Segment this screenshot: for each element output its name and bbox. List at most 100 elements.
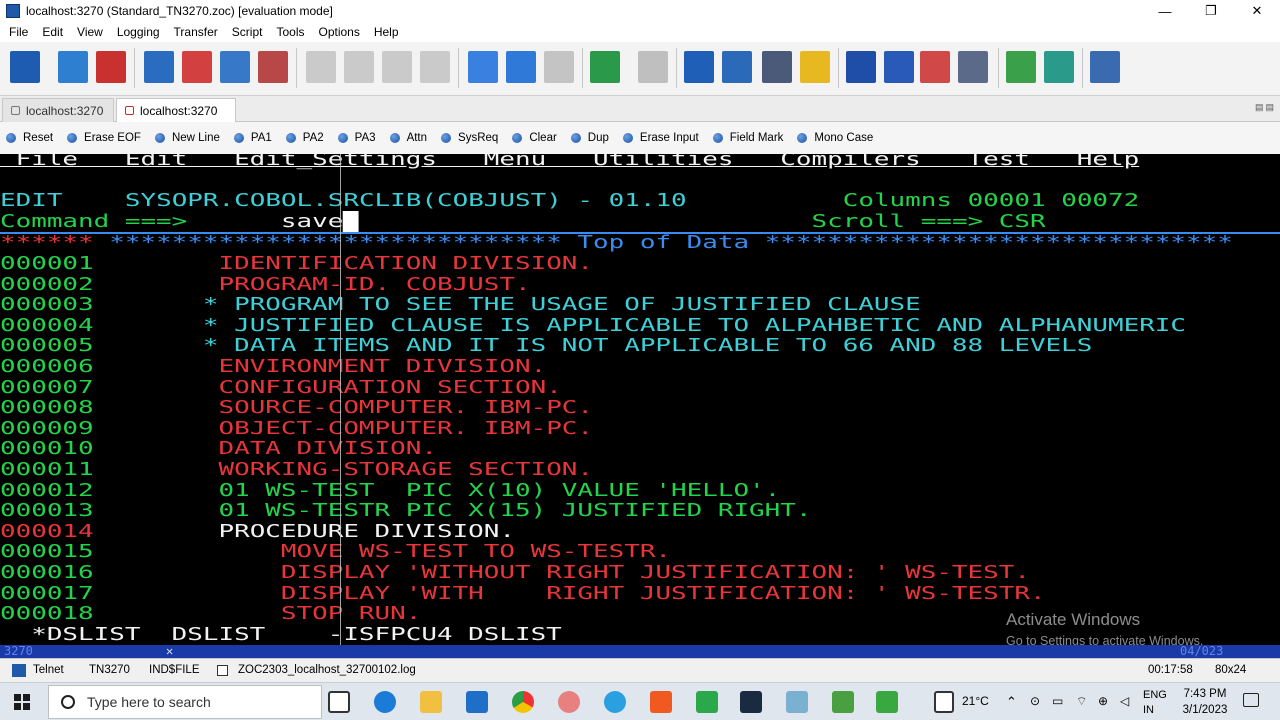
close-session-icon[interactable] xyxy=(182,51,212,83)
source-line[interactable]: 000003 * PROGRAM TO SEE THE USAGE OF JUS… xyxy=(0,294,1280,315)
menu-help[interactable]: Help xyxy=(367,25,406,39)
source-line[interactable]: 000002 PROGRAM-ID. COBJUST. xyxy=(0,274,1280,295)
tab-session-2[interactable]: localhost:3270 xyxy=(116,98,236,122)
source-line[interactable]: 000014 PROCEDURE DIVISION. xyxy=(0,521,1280,542)
key-sysreq[interactable]: SysReq xyxy=(441,132,498,144)
run-script-icon[interactable] xyxy=(590,51,620,83)
command-input[interactable]: save xyxy=(281,211,343,232)
source-line[interactable]: 000005 * DATA ITEMS AND IT IS NOT APPLIC… xyxy=(0,335,1280,356)
tray-chevron-icon[interactable]: ⌃ xyxy=(1006,694,1017,710)
tab-session-1[interactable]: localhost:3270 xyxy=(2,98,114,122)
tools-icon[interactable] xyxy=(1006,51,1036,83)
copy-icon[interactable] xyxy=(306,51,336,83)
connect-icon[interactable] xyxy=(58,51,88,83)
close-button[interactable]: ✕ xyxy=(1234,0,1280,22)
scroll-indicator[interactable]: Scroll ===> CSR xyxy=(812,211,1046,232)
menu-options[interactable]: Options xyxy=(311,25,366,39)
print-icon[interactable] xyxy=(382,51,412,83)
menu-logging[interactable]: Logging xyxy=(110,25,167,39)
print-screen-icon[interactable] xyxy=(762,51,792,83)
menu-transfer[interactable]: Transfer xyxy=(167,25,225,39)
telegram-icon[interactable] xyxy=(604,691,626,713)
options-icon[interactable] xyxy=(958,51,988,83)
key-dup[interactable]: Dup xyxy=(570,132,609,144)
clear-icon[interactable] xyxy=(420,51,450,83)
key-mono-case[interactable]: Mono Case xyxy=(797,132,873,144)
delete-session-icon[interactable] xyxy=(258,51,288,83)
wifi-icon[interactable]: ⌔ xyxy=(1076,694,1087,709)
abc-icon[interactable] xyxy=(544,51,574,83)
codeblocks-icon[interactable] xyxy=(832,691,854,713)
target-icon[interactable] xyxy=(722,51,752,83)
key-reset[interactable]: Reset xyxy=(6,132,53,144)
source-line[interactable]: 000008 SOURCE-COMPUTER. IBM-PC. xyxy=(0,397,1280,418)
open-session-icon[interactable] xyxy=(144,51,174,83)
app-icon[interactable] xyxy=(786,691,808,713)
color-icon[interactable] xyxy=(920,51,950,83)
start-button[interactable] xyxy=(14,694,30,710)
task-view-icon[interactable] xyxy=(328,691,350,713)
download-icon[interactable] xyxy=(468,51,498,83)
key-pa1[interactable]: PA1 xyxy=(233,132,272,144)
source-line[interactable]: 000001 IDENTIFICATION DIVISION. xyxy=(0,253,1280,274)
app-icon[interactable] xyxy=(558,691,580,713)
menu-script[interactable]: Script xyxy=(225,25,270,39)
key-erase-eof[interactable]: Erase EOF xyxy=(67,132,141,144)
source-line[interactable]: 000009 OBJECT-COMPUTER. IBM-PC. xyxy=(0,418,1280,439)
source-line[interactable]: 000016 DISPLAY 'WITHOUT RIGHT JUSTIFICAT… xyxy=(0,562,1280,583)
source-line[interactable]: 000017 DISPLAY 'WITH RIGHT JUSTIFICATION… xyxy=(0,583,1280,604)
h-app-icon[interactable] xyxy=(696,691,718,713)
key-pa3[interactable]: PA3 xyxy=(337,132,376,144)
source-line[interactable]: 000010 DATA DIVISION. xyxy=(0,438,1280,459)
chrome-icon[interactable] xyxy=(512,691,534,713)
minimize-button[interactable]: — xyxy=(1142,0,1188,22)
brave-icon[interactable] xyxy=(650,691,672,713)
key-erase-input[interactable]: Erase Input xyxy=(622,132,699,144)
copy-session-icon[interactable] xyxy=(220,51,250,83)
stop-icon[interactable] xyxy=(638,51,668,83)
menu-file[interactable]: File xyxy=(2,25,35,39)
crosshair-icon[interactable] xyxy=(684,51,714,83)
terminal-screen[interactable]: File Edit Edit_Settings Menu Utilities C… xyxy=(0,154,1280,645)
upload-icon[interactable] xyxy=(506,51,536,83)
source-line[interactable]: 000007 CONFIGURATION SECTION. xyxy=(0,377,1280,398)
font-settings-icon[interactable] xyxy=(1044,51,1074,83)
file-explorer-icon[interactable] xyxy=(420,691,442,713)
logging-checkbox[interactable] xyxy=(217,665,228,676)
source-line[interactable]: 000006 ENVIRONMENT DIVISION. xyxy=(0,356,1280,377)
close-window-icon[interactable] xyxy=(1090,51,1120,83)
key-clear[interactable]: Clear xyxy=(512,132,557,144)
menu-edit[interactable]: Edit xyxy=(35,25,70,39)
maximize-button[interactable]: ❐ xyxy=(1188,0,1234,22)
key-attn[interactable]: Attn xyxy=(389,132,427,144)
folder-icon[interactable] xyxy=(800,51,830,83)
taskbar-search[interactable]: Type here to search xyxy=(48,685,322,719)
menu-view[interactable]: View xyxy=(70,25,110,39)
taskbar-clock[interactable]: 7:43 PM 3/1/2023 xyxy=(1176,686,1234,718)
tray-app-icon[interactable]: ⊙ xyxy=(1030,694,1040,708)
globe-icon[interactable]: ⊕ xyxy=(1098,694,1108,708)
key-field-mark[interactable]: Field Mark xyxy=(712,132,783,144)
language-indicator[interactable]: ENG IN xyxy=(1143,688,1167,718)
menu-tools[interactable]: Tools xyxy=(269,25,311,39)
c-app-icon[interactable] xyxy=(876,691,898,713)
disconnect-icon[interactable] xyxy=(96,51,126,83)
edge-icon[interactable] xyxy=(374,691,396,713)
sort-az-icon[interactable] xyxy=(10,51,40,83)
source-line[interactable]: 000004 * JUSTIFIED CLAUSE IS APPLICABLE … xyxy=(0,315,1280,336)
tab-scroll-arrows-icon[interactable]: ▤▤ xyxy=(1255,102,1276,113)
mail-icon[interactable] xyxy=(466,691,488,713)
notifications-icon[interactable] xyxy=(1243,693,1259,707)
weather-temperature[interactable]: 21°C xyxy=(962,694,989,708)
source-line[interactable]: 000012 01 WS-TEST PIC X(10) VALUE 'HELLO… xyxy=(0,480,1280,501)
source-line[interactable]: 000015 MOVE WS-TEST TO WS-TESTR. xyxy=(0,541,1280,562)
paste-icon[interactable] xyxy=(344,51,374,83)
key-new-line[interactable]: New Line xyxy=(154,132,220,144)
terminal-icon[interactable] xyxy=(846,51,876,83)
widgets-icon[interactable] xyxy=(934,691,954,713)
source-line[interactable]: 000013 01 WS-TESTR PIC X(15) JUSTIFIED R… xyxy=(0,500,1280,521)
source-line[interactable]: 000011 WORKING-STORAGE SECTION. xyxy=(0,459,1280,480)
volume-icon[interactable]: ◁ xyxy=(1120,694,1129,708)
ispf-menu-line[interactable]: File Edit Edit_Settings Menu Utilities C… xyxy=(0,154,1280,170)
key-pa2[interactable]: PA2 xyxy=(285,132,324,144)
